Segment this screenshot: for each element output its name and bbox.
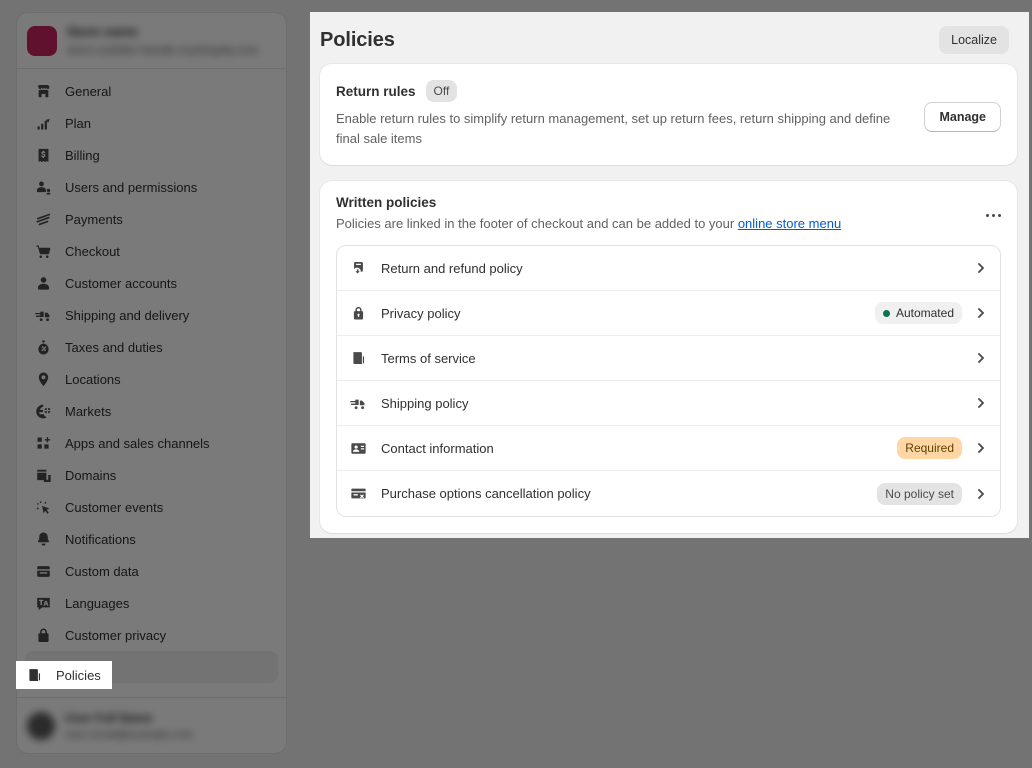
- main-panel: Policies Localize Return rules Off Enabl…: [310, 12, 1029, 538]
- return-rules-body: Return rules Off Enable return rules to …: [336, 80, 908, 149]
- sidebar-item-policies-highlight[interactable]: Policies: [16, 661, 112, 689]
- policies-icon: [24, 665, 44, 685]
- policy-row-label: Terms of service: [381, 350, 476, 366]
- policy-row-label: Return and refund policy: [381, 260, 523, 276]
- policy-row-trailing: No policy set: [877, 482, 988, 505]
- written-policies-header: Written policies Policies are linked in …: [336, 195, 1001, 231]
- policy-row[interactable]: Return and refund policy: [337, 246, 1000, 291]
- ellipsis-dot-icon: [985, 213, 989, 217]
- ellipsis-dot-icon: [997, 213, 1001, 217]
- page-title: Policies: [320, 28, 395, 51]
- policy-row[interactable]: Contact information Required: [337, 426, 1000, 471]
- policy-row-label: Contact information: [381, 440, 494, 456]
- chevron-right-icon[interactable]: [974, 441, 988, 455]
- online-store-menu-link[interactable]: online store menu: [738, 216, 841, 231]
- manage-button[interactable]: Manage: [924, 102, 1001, 132]
- ellipsis-dot-icon: [991, 213, 995, 217]
- policy-row-trailing: Automated: [874, 302, 988, 324]
- policy-row-trailing: [974, 351, 988, 365]
- contact-card-icon: [347, 437, 369, 459]
- policy-list: Return and refund policy Privacy policy Au…: [336, 245, 1001, 517]
- policy-row-trailing: [974, 396, 988, 410]
- policy-row-label: Purchase options cancellation policy: [381, 486, 591, 501]
- written-policies-subtitle: Policies are linked in the footer of che…: [336, 216, 969, 231]
- status-dot-icon: [882, 309, 890, 317]
- privacy-lock-icon: [347, 302, 369, 324]
- return-rules-card: Return rules Off Enable return rules to …: [320, 64, 1017, 165]
- status-badge-label: Required: [905, 441, 954, 455]
- status-badge: Off: [425, 80, 458, 102]
- policy-row[interactable]: Privacy policy Automated: [337, 291, 1000, 336]
- chevron-right-icon[interactable]: [974, 396, 988, 410]
- chevron-right-icon[interactable]: [974, 306, 988, 320]
- policy-row-trailing: Required: [897, 437, 988, 459]
- written-policies-title: Written policies: [336, 195, 437, 210]
- policy-row[interactable]: Purchase options cancellation policy No p…: [337, 471, 1000, 516]
- more-actions-button[interactable]: [979, 201, 1007, 229]
- return-rules-title-row: Return rules Off: [336, 80, 908, 102]
- page-header: Policies Localize: [310, 12, 1029, 64]
- status-badge: Automated: [874, 302, 962, 324]
- policy-row-label: Shipping policy: [381, 395, 469, 411]
- status-badge: No policy set: [877, 482, 962, 505]
- sidebar-item-label: Policies: [56, 667, 101, 683]
- purchase-cancel-icon: [347, 483, 369, 505]
- return-rules-title: Return rules: [336, 83, 416, 99]
- policy-row[interactable]: Shipping policy: [337, 381, 1000, 426]
- return-refund-icon: [347, 257, 369, 279]
- policy-row[interactable]: Terms of service: [337, 336, 1000, 381]
- status-badge: Required: [897, 437, 962, 459]
- chevron-right-icon[interactable]: [974, 261, 988, 275]
- localize-button[interactable]: Localize: [939, 26, 1009, 54]
- policy-row-label: Privacy policy: [381, 305, 461, 321]
- screen-root: Store name store-subtitle-handle.myshopi…: [0, 0, 1032, 768]
- chevron-right-icon[interactable]: [974, 487, 988, 501]
- policy-row-trailing: [974, 261, 988, 275]
- written-policies-card: Written policies Policies are linked in …: [320, 181, 1017, 533]
- return-rules-description: Enable return rules to simplify return m…: [336, 111, 891, 146]
- chevron-right-icon[interactable]: [974, 351, 988, 365]
- terms-document-icon: [347, 347, 369, 369]
- shipping-truck-icon: [347, 392, 369, 414]
- written-policies-subtitle-text: Policies are linked in the footer of che…: [336, 216, 738, 231]
- status-badge-label: No policy set: [885, 486, 954, 501]
- status-badge-label: Automated: [895, 306, 954, 320]
